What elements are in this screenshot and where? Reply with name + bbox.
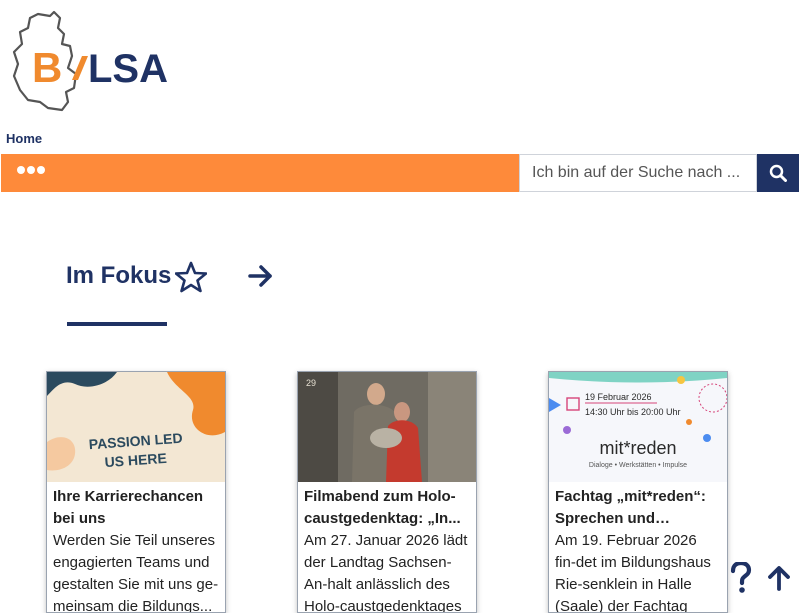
card-image-tagline: Dialoge • Werkstätten • Impulse: [589, 462, 687, 469]
logo[interactable]: B LSA: [10, 10, 175, 115]
section-title: Im Fokus: [66, 262, 172, 289]
card-text: Am 27. Januar 2026 lädt der Landtag Sach…: [304, 532, 468, 613]
arrow-up-icon[interactable]: [765, 564, 793, 592]
arrow-right-icon[interactable]: [247, 262, 275, 290]
search-icon: [769, 164, 787, 182]
breadcrumb-home[interactable]: Home: [6, 131, 42, 146]
question-mark-icon[interactable]: [728, 562, 754, 594]
logo-b: B: [32, 44, 62, 91]
logo-graphic: B LSA: [12, 10, 168, 112]
search-input[interactable]: [519, 154, 757, 192]
search-button[interactable]: [757, 154, 799, 192]
card-image-mitreden: 19 Februar 2026 14:30 Uhr bis 20:00 Uhr …: [549, 372, 727, 482]
news-card-karriere[interactable]: PASSION LED US HERE Ihre Karrierechancen…: [46, 371, 226, 613]
star-outline-icon[interactable]: [175, 261, 207, 293]
news-card-filmabend[interactable]: 29 Filmabend zum Holo-caustgedenktag: „I…: [297, 371, 477, 613]
card-title: Ihre Karrierechancen bei uns: [53, 488, 204, 527]
main-navigation-bar: [1, 154, 519, 192]
card-image-text-1: 29: [306, 378, 316, 388]
card-image-film: 29: [298, 372, 476, 482]
card-image-passion: PASSION LED US HERE: [47, 372, 225, 482]
news-card-fachtag[interactable]: 19 Februar 2026 14:30 Uhr bis 20:00 Uhr …: [548, 371, 728, 613]
card-title: Filmabend zum Holo-caustgedenktag: „In..…: [304, 488, 461, 527]
card-text: Werden Sie Teil unseres engagierten Team…: [53, 532, 219, 613]
logo-lsa: LSA: [88, 47, 168, 91]
section-title-underline: [67, 322, 167, 326]
card-image-time: 14:30 Uhr bis 20:00 Uhr: [585, 407, 681, 417]
card-image-brand: mit*reden: [599, 438, 676, 458]
card-text: Am 19. Februar 2026 fin-det im Bildungsh…: [555, 532, 711, 613]
card-image-date: 19 Februar 2026: [585, 392, 652, 402]
card-title: Fachtag „mit*reden“: Sprechen und Gesprä…: [555, 488, 706, 527]
more-dots-icon[interactable]: [16, 164, 48, 176]
